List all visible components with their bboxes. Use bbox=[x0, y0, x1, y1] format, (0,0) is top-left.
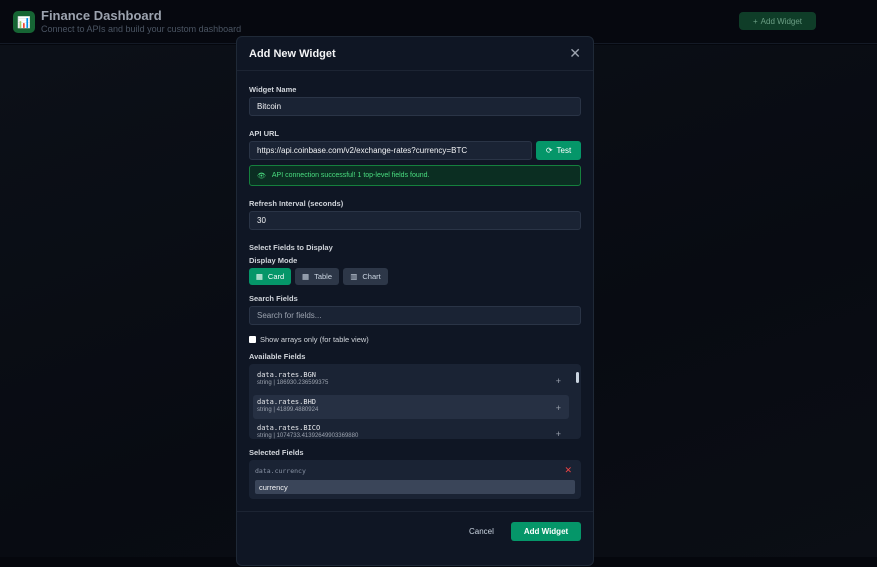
remove-icon[interactable]: ✕ bbox=[564, 465, 572, 476]
field-name: data.rates.BHD bbox=[257, 398, 317, 406]
bar-chart-icon: ▥ bbox=[350, 272, 358, 281]
checkbox[interactable] bbox=[249, 336, 256, 343]
close-icon[interactable]: ✕ bbox=[569, 45, 581, 62]
scrollbar[interactable] bbox=[576, 372, 579, 383]
selected-fields-label: Selected Fields bbox=[249, 448, 304, 457]
api-url-label: API URL bbox=[249, 129, 279, 138]
search-fields-input[interactable]: Search for fields... bbox=[249, 306, 581, 325]
app-subtitle: Connect to APIs and build your custom da… bbox=[41, 24, 242, 34]
field-info: string | 186930.236599375 bbox=[257, 380, 329, 386]
mode-card-button[interactable]: ▦ Card bbox=[249, 268, 291, 285]
selected-field: data.currency ✕ currency bbox=[249, 460, 581, 499]
mode-chart-button[interactable]: ▥ Chart bbox=[343, 268, 388, 285]
widget-name-input[interactable]: Bitcoin bbox=[249, 97, 581, 116]
refresh-interval-label: Refresh Interval (seconds) bbox=[249, 199, 344, 208]
search-fields-label: Search Fields bbox=[249, 294, 298, 303]
field-item[interactable]: data.rates.BGN string | 186930.236599375 + bbox=[253, 368, 569, 392]
field-item[interactable]: data.rates.BHD string | 41899.4880924 + bbox=[253, 395, 569, 419]
success-alert: 👁 API connection successful! 1 top-level … bbox=[249, 165, 581, 186]
add-widget-label: Add Widget bbox=[760, 16, 803, 26]
plus-icon[interactable]: + bbox=[556, 403, 561, 413]
available-fields-label: Available Fields bbox=[249, 352, 306, 361]
mode-table-button[interactable]: ▦ Table bbox=[295, 268, 339, 285]
add-widget-modal: Add New Widget ✕ Widget Name Bitcoin API… bbox=[236, 36, 594, 566]
field-info: string | 41899.4880924 bbox=[257, 407, 319, 413]
checkbox-label: Show arrays only (for table view) bbox=[260, 335, 369, 344]
mode-label: Card bbox=[267, 272, 285, 281]
widget-name-label: Widget Name bbox=[249, 85, 297, 94]
add-widget-button[interactable]: Add Widget bbox=[511, 522, 581, 541]
plus-icon[interactable]: + bbox=[556, 376, 561, 386]
selected-field-name: data.currency bbox=[255, 467, 306, 475]
select-fields-heading: Select Fields to Display bbox=[249, 243, 333, 252]
field-info: string | 1074733.41392649903369880 bbox=[257, 433, 359, 439]
arrays-only-checkbox[interactable]: Show arrays only (for table view) bbox=[249, 335, 369, 344]
field-alias-input[interactable]: currency bbox=[255, 480, 575, 494]
display-mode-label: Display Mode bbox=[249, 256, 298, 265]
refresh-interval-input[interactable]: 30 bbox=[249, 211, 581, 230]
success-message: API connection successful! 1 top-level f… bbox=[271, 172, 430, 179]
api-url-input[interactable]: https://api.coinbase.com/v2/exchange-rat… bbox=[249, 141, 532, 160]
field-name: data.rates.BGN bbox=[257, 371, 317, 379]
app-title: Finance Dashboard bbox=[41, 8, 162, 23]
add-widget-top-button[interactable]: + Add Widget bbox=[739, 12, 816, 30]
test-label: Test bbox=[556, 146, 572, 155]
mode-label: Table bbox=[314, 272, 333, 281]
refresh-icon: ⟳ bbox=[545, 146, 553, 155]
modal-title: Add New Widget bbox=[249, 47, 336, 60]
chart-logo-icon: 📊 bbox=[13, 11, 35, 33]
table-icon: ▦ bbox=[301, 272, 310, 281]
field-item[interactable]: data.rates.BICO string | 1074733.41392649… bbox=[253, 421, 569, 439]
grid-icon: ▦ bbox=[255, 272, 263, 281]
plus-icon[interactable]: + bbox=[556, 429, 561, 439]
field-name: data.rates.BICO bbox=[257, 424, 321, 432]
test-button[interactable]: ⟳ Test bbox=[536, 141, 581, 160]
mode-label: Chart bbox=[362, 272, 381, 281]
eye-icon: 👁 bbox=[257, 172, 266, 180]
plus-icon: + bbox=[752, 16, 758, 26]
cancel-button[interactable]: Cancel bbox=[469, 527, 494, 536]
available-fields-list: data.rates.BGN string | 186930.236599375 +… bbox=[249, 364, 581, 439]
